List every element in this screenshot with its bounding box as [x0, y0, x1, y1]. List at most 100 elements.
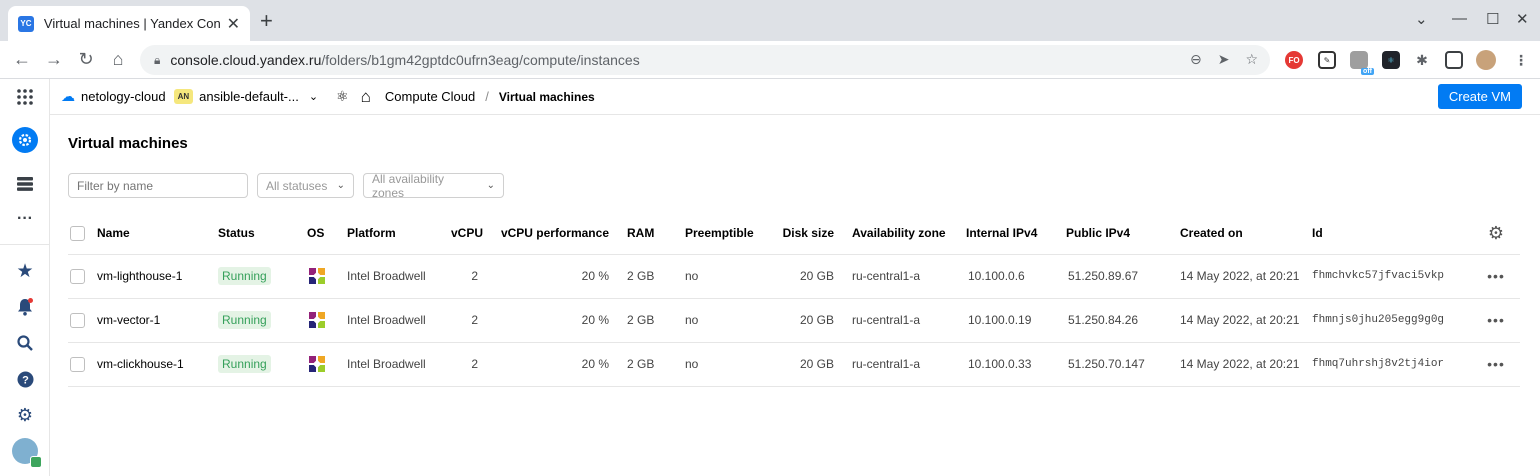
vm-id: fhmchvkc57jfvaci5vkp	[1312, 254, 1472, 299]
zone-filter-select[interactable]: All availability zones ⌄	[363, 171, 504, 200]
extension-fo-icon[interactable]: FO	[1285, 51, 1303, 69]
platform: Intel Broadwell	[347, 342, 451, 387]
row-checkbox[interactable]	[70, 268, 85, 284]
browser-menu-icon[interactable]: ⋮	[1512, 51, 1530, 69]
vm-name[interactable]: vm-lighthouse-1	[97, 254, 218, 299]
create-vm-button[interactable]: Create VM	[1437, 84, 1522, 109]
table-row[interactable]: vm-lighthouse-1 Running Intel Broadwell …	[68, 254, 1520, 299]
vcpu: 2	[451, 254, 496, 299]
profile-avatar[interactable]	[1476, 50, 1496, 70]
availability-zone: ru-central1-a	[852, 298, 966, 343]
home-icon[interactable]: ⌂	[361, 87, 371, 107]
status-filter-value: All statuses	[266, 178, 328, 193]
col-vcpu-performance[interactable]: vCPU performance	[496, 213, 627, 255]
notifications-bell-icon[interactable]	[12, 294, 38, 320]
row-actions-menu-icon[interactable]: •••	[1472, 254, 1520, 299]
back-icon[interactable]: ←	[12, 49, 32, 70]
created-on: 14 May 2022, at 20:21	[1180, 342, 1312, 387]
svg-text:?: ?	[22, 374, 29, 386]
breadcrumb-folder[interactable]: ansible-default-...	[199, 89, 299, 104]
tab-close-icon[interactable]: ✕	[227, 14, 240, 34]
table-settings-gear-icon[interactable]: ⚙	[1488, 223, 1504, 243]
breadcrumb-cloud[interactable]: netology-cloud	[81, 89, 166, 104]
services-hub-icon[interactable]: ⚛	[336, 88, 349, 105]
public-ipv4: 51.250.84.26	[1066, 298, 1180, 343]
address-bar-row: ← → ↻ ⌂ 🔒︎ console.cloud.yandex.ru/folde…	[0, 41, 1540, 79]
zone-filter-value: All availability zones	[372, 171, 445, 200]
table-row[interactable]: vm-clickhouse-1 Running Intel Broadwell …	[68, 342, 1520, 387]
col-ram[interactable]: RAM	[627, 213, 685, 255]
zoom-icon[interactable]: ⊖	[1190, 51, 1202, 68]
url-field[interactable]: 🔒︎ console.cloud.yandex.ru/folders/b1gm4…	[140, 45, 1270, 75]
chevron-down-icon: ⌄	[486, 180, 495, 191]
reload-icon[interactable]: ↻	[76, 49, 96, 70]
settings-gear-icon[interactable]: ⚙	[12, 402, 38, 428]
compute-service-icon[interactable]	[12, 127, 38, 153]
extension-off-badge: off	[1361, 68, 1374, 75]
row-actions-menu-icon[interactable]: •••	[1472, 298, 1520, 343]
user-avatar[interactable]	[12, 438, 42, 468]
breadcrumb-separator: /	[485, 89, 489, 104]
col-id[interactable]: Id	[1312, 213, 1472, 255]
vm-name[interactable]: vm-clickhouse-1	[97, 342, 218, 387]
col-os[interactable]: OS	[307, 213, 347, 255]
col-preemptible[interactable]: Preemptible	[685, 213, 779, 255]
preemptible: no	[685, 342, 779, 387]
extension-edit-icon[interactable]: ✎	[1318, 51, 1336, 69]
extension-off-icon[interactable]: off	[1350, 51, 1374, 75]
folder-chevron-down-icon[interactable]: ⌄	[309, 90, 318, 103]
vm-id: fhmnjs0jhu205egg9g0g	[1312, 298, 1472, 343]
vm-name[interactable]: vm-vector-1	[97, 298, 218, 343]
status-filter-select[interactable]: All statuses ⌄	[257, 173, 354, 198]
ram: 2 GB	[627, 298, 685, 343]
public-ipv4: 51.250.70.147	[1066, 342, 1180, 387]
new-tab-icon[interactable]: +	[260, 10, 273, 32]
more-services-icon[interactable]: ···	[12, 206, 38, 232]
breadcrumb: ☁ netology-cloud AN ansible-default-... …	[50, 79, 1540, 115]
tab-search-chevron-icon[interactable]: ⌄	[1415, 10, 1428, 28]
col-name[interactable]: Name	[97, 213, 218, 255]
help-icon[interactable]: ?	[12, 366, 38, 392]
col-vcpu[interactable]: vCPU	[451, 213, 496, 255]
maximize-icon[interactable]: ☐	[1486, 10, 1499, 28]
created-on: 14 May 2022, at 20:21	[1180, 254, 1312, 299]
status-badge: Running	[218, 355, 271, 373]
extensions-puzzle-icon[interactable]: ✱	[1413, 51, 1431, 69]
row-checkbox[interactable]	[70, 312, 85, 328]
internal-ipv4: 10.100.0.6	[966, 254, 1066, 299]
send-icon[interactable]: ➤	[1218, 51, 1230, 68]
col-disk-size[interactable]: Disk size	[779, 213, 852, 255]
home-icon[interactable]: ⌂	[108, 49, 128, 70]
col-availability-zone[interactable]: Availability zone	[852, 213, 966, 255]
browser-tab[interactable]: YC Virtual machines | Yandex Cons ✕	[8, 6, 250, 41]
folder-avatar-badge: AN	[173, 89, 194, 104]
status-badge: Running	[218, 311, 271, 329]
col-platform[interactable]: Platform	[347, 213, 451, 255]
close-window-icon[interactable]: ✕	[1516, 10, 1529, 28]
search-icon[interactable]	[12, 330, 38, 356]
favorites-star-icon[interactable]: ★	[12, 258, 38, 284]
internal-ipv4: 10.100.0.19	[966, 298, 1066, 343]
apps-grid-icon[interactable]	[12, 84, 38, 110]
react-devtools-icon[interactable]: ⚛	[1382, 51, 1400, 69]
centos-os-icon	[309, 268, 325, 284]
row-checkbox[interactable]	[70, 356, 85, 372]
filter-by-name-input[interactable]	[68, 173, 248, 198]
tab-title: Virtual machines | Yandex Cons	[43, 16, 221, 31]
breadcrumb-service[interactable]: Compute Cloud	[385, 89, 475, 104]
forward-icon[interactable]: →	[44, 49, 64, 70]
table-row[interactable]: vm-vector-1 Running Intel Broadwell 2 20…	[68, 298, 1520, 343]
platform: Intel Broadwell	[347, 254, 451, 299]
instances-list-icon[interactable]	[12, 171, 38, 197]
vcpu: 2	[451, 342, 496, 387]
row-actions-menu-icon[interactable]: •••	[1472, 342, 1520, 387]
main-content: Virtual machines All statuses ⌄ All avai…	[50, 116, 1540, 476]
bookmark-star-icon[interactable]: ☆	[1245, 51, 1258, 68]
col-status[interactable]: Status	[218, 213, 307, 255]
col-created-on[interactable]: Created on	[1180, 213, 1312, 255]
col-public-ipv4[interactable]: Public IPv4	[1066, 213, 1180, 255]
select-all-checkbox[interactable]	[70, 225, 85, 241]
side-panel-icon[interactable]	[1445, 51, 1463, 69]
col-internal-ipv4[interactable]: Internal IPv4	[966, 213, 1066, 255]
minimize-icon[interactable]: —	[1452, 10, 1467, 27]
